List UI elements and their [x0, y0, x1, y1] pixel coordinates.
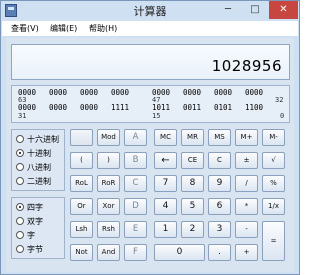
multiply-button[interactable]: * — [235, 198, 258, 215]
bit-position-label: 32 — [275, 96, 284, 104]
or-button[interactable]: Or — [70, 198, 93, 215]
hex-b-button[interactable]: B — [124, 152, 147, 169]
bit-position-label: 0 — [280, 112, 285, 120]
decimal-button[interactable]: . — [208, 244, 231, 261]
bit-group[interactable]: 0000 — [18, 104, 36, 112]
menu-edit[interactable]: 编辑(E) — [50, 23, 77, 34]
close-paren-button[interactable]: ) — [97, 152, 120, 169]
bit-group[interactable]: 0000 — [214, 89, 232, 97]
digit-3-button[interactable]: 3 — [208, 221, 231, 238]
radio-button[interactable] — [16, 245, 24, 253]
bit-group[interactable]: 0011 — [183, 104, 201, 112]
open-paren-button[interactable]: ( — [70, 152, 93, 169]
digit-2-button[interactable]: 2 — [181, 221, 204, 238]
result-display: 1028956 — [11, 44, 290, 80]
calculator-window: 计算器 ─ □ ✕ 查看(V) 编辑(E) 帮助(H) 1028956 0000… — [0, 0, 300, 275]
radio-label: 四字 — [27, 203, 43, 212]
radio-button[interactable] — [16, 217, 24, 225]
subtract-button[interactable]: - — [235, 221, 258, 238]
rotate-right-button[interactable]: RoR — [97, 175, 120, 192]
memory-store-button[interactable]: MS — [208, 129, 231, 146]
rotate-left-button[interactable]: RoL — [70, 175, 93, 192]
radio-button[interactable] — [16, 177, 24, 185]
negate-button[interactable]: ± — [235, 152, 258, 169]
not-button[interactable]: Not — [70, 244, 93, 261]
radio-label: 十六进制 — [27, 135, 59, 144]
radio-label: 字 — [27, 231, 35, 240]
close-button[interactable]: ✕ — [269, 1, 298, 19]
radio-label: 字节 — [27, 245, 43, 254]
equals-button[interactable]: = — [262, 221, 285, 261]
digit-7-button[interactable]: 7 — [154, 175, 177, 192]
percent-button[interactable]: % — [262, 175, 285, 192]
hex-e-button[interactable]: E — [124, 221, 147, 238]
digit-9-button[interactable]: 9 — [208, 175, 231, 192]
radio-button[interactable] — [16, 135, 24, 143]
bit-group[interactable]: 1100 — [245, 104, 263, 112]
and-button[interactable]: And — [97, 244, 120, 261]
menu-help[interactable]: 帮助(H) — [89, 23, 117, 34]
menu-bar: 查看(V) 编辑(E) 帮助(H) — [2, 21, 298, 36]
bit-group[interactable]: 1111 — [111, 104, 129, 112]
bit-group[interactable]: 0000 — [111, 89, 129, 97]
maximize-button[interactable]: □ — [242, 1, 268, 19]
bit-group[interactable]: 0101 — [214, 104, 232, 112]
memory-recall-button[interactable]: MR — [181, 129, 204, 146]
memory-add-button[interactable]: M+ — [235, 129, 258, 146]
bit-group[interactable]: 0000 — [183, 89, 201, 97]
add-button[interactable]: + — [235, 244, 258, 261]
radio-label: 双字 — [27, 217, 43, 226]
hex-a-button[interactable]: A — [124, 129, 147, 146]
radio-button[interactable] — [16, 203, 24, 211]
radio-label: 八进制 — [27, 163, 51, 172]
radio-label: 二进制 — [27, 177, 51, 186]
radix-group: 十六进制 十进制 八进制 二进制 — [11, 129, 65, 191]
bit-group[interactable]: 0000 — [80, 89, 98, 97]
digit-6-button[interactable]: 6 — [208, 198, 231, 215]
xor-button[interactable]: Xor — [97, 198, 120, 215]
left-shift-button[interactable]: Lsh — [70, 221, 93, 238]
digit-5-button[interactable]: 5 — [181, 198, 204, 215]
radio-button[interactable] — [16, 163, 24, 171]
hex-c-button[interactable]: C — [124, 175, 147, 192]
mod-button[interactable]: Mod — [97, 129, 120, 146]
hex-f-button[interactable]: F — [124, 244, 147, 261]
bit-position-label: 15 — [152, 112, 161, 120]
title-bar: 计算器 ─ □ ✕ — [1, 1, 299, 20]
radio-button[interactable] — [16, 149, 24, 157]
clear-button[interactable]: C — [208, 152, 231, 169]
bit-group[interactable]: 0000 — [245, 89, 263, 97]
display-value: 1028956 — [211, 57, 282, 75]
word-size-group: 四字 双字 字 字节 — [11, 197, 65, 259]
bit-group[interactable]: 0000 — [80, 104, 98, 112]
memory-clear-button[interactable]: MC — [154, 129, 177, 146]
reciprocal-button[interactable]: 1/x — [262, 198, 285, 215]
digit-0-button[interactable]: 0 — [154, 244, 205, 261]
digit-4-button[interactable]: 4 — [154, 198, 177, 215]
blank-button — [70, 129, 93, 146]
digit-8-button[interactable]: 8 — [181, 175, 204, 192]
divide-button[interactable]: / — [235, 175, 258, 192]
radio-label: 十进制 — [27, 149, 51, 158]
bit-group[interactable]: 1011 — [152, 104, 170, 112]
menu-view[interactable]: 查看(V) — [11, 23, 39, 34]
backspace-button[interactable]: ← — [154, 152, 177, 169]
right-shift-button[interactable]: Rsh — [97, 221, 120, 238]
bit-display: 0000 0000 0000 0000 0000 0000 0000 0000 … — [11, 85, 290, 123]
memory-subtract-button[interactable]: M- — [262, 129, 285, 146]
bit-group[interactable]: 0000 — [49, 89, 67, 97]
digit-1-button[interactable]: 1 — [154, 221, 177, 238]
sqrt-button[interactable]: √ — [262, 152, 285, 169]
hex-d-button[interactable]: D — [124, 198, 147, 215]
bit-group[interactable]: 0000 — [49, 104, 67, 112]
radio-button[interactable] — [16, 231, 24, 239]
clear-entry-button[interactable]: CE — [181, 152, 204, 169]
bit-position-label: 31 — [18, 112, 27, 120]
minimize-button[interactable]: ─ — [215, 1, 241, 19]
